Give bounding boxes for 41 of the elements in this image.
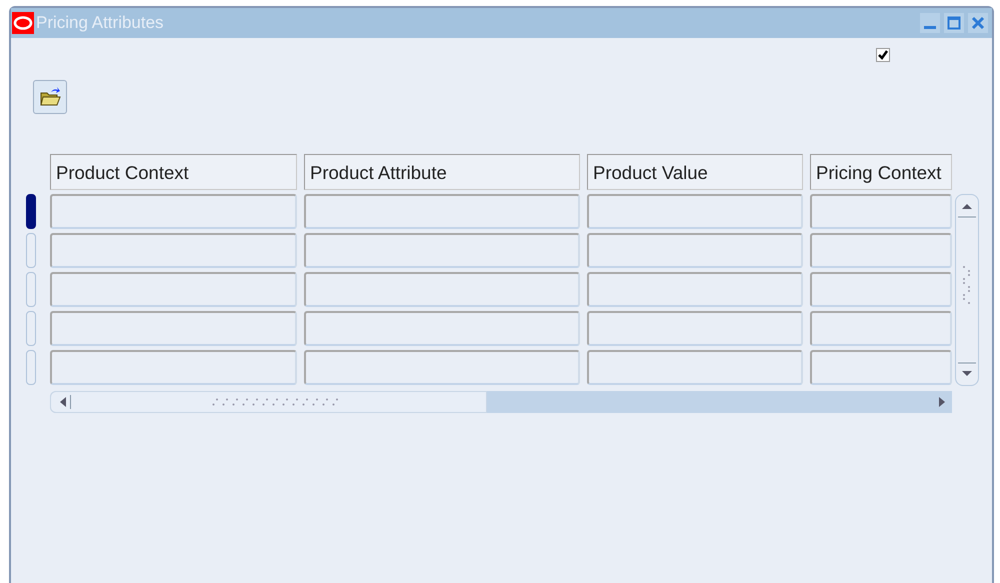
table-cell[interactable]: [587, 272, 803, 307]
folder-icon: [39, 86, 61, 108]
checkbox[interactable]: [876, 48, 890, 62]
table-cell[interactable]: [304, 350, 580, 385]
close-icon: [971, 16, 985, 30]
vertical-scrollbar[interactable]: [955, 194, 979, 386]
table-cell[interactable]: [304, 311, 580, 346]
window-title: Pricing Attributes: [36, 13, 165, 33]
table-cell[interactable]: [810, 194, 952, 229]
open-folder-button[interactable]: [33, 80, 67, 114]
table-cell[interactable]: [810, 272, 952, 307]
table-cell[interactable]: [304, 233, 580, 268]
table-cell[interactable]: [810, 350, 952, 385]
table-cell[interactable]: [50, 311, 297, 346]
check-icon: [877, 49, 889, 61]
table-cell[interactable]: [587, 311, 803, 346]
right-arrow-icon[interactable]: [939, 397, 945, 407]
row-indicator[interactable]: [26, 194, 36, 229]
table-cell[interactable]: [304, 272, 580, 307]
table-cell[interactable]: [810, 311, 952, 346]
table-cell[interactable]: [587, 233, 803, 268]
column-header: Product Attribute: [304, 154, 580, 190]
table-cell[interactable]: [50, 350, 297, 385]
table-cell[interactable]: [587, 350, 803, 385]
table-cell[interactable]: [810, 233, 952, 268]
minimize-icon: [924, 26, 936, 29]
column-header: Product Context: [50, 154, 297, 190]
column-header: Product Value: [587, 154, 803, 190]
logo-icon: [12, 12, 34, 34]
maximize-button[interactable]: [944, 13, 964, 33]
left-arrow-icon[interactable]: [60, 397, 66, 407]
maximize-icon: [947, 16, 961, 30]
table-cell[interactable]: [304, 194, 580, 229]
table-cell[interactable]: [50, 233, 297, 268]
horizontal-scrollbar[interactable]: [50, 391, 952, 413]
minimize-button[interactable]: [920, 13, 940, 33]
table-cell[interactable]: [50, 272, 297, 307]
close-button[interactable]: [968, 13, 988, 33]
column-header: Pricing Context: [810, 154, 952, 190]
table-cell[interactable]: [50, 194, 297, 229]
table-cell[interactable]: [587, 194, 803, 229]
